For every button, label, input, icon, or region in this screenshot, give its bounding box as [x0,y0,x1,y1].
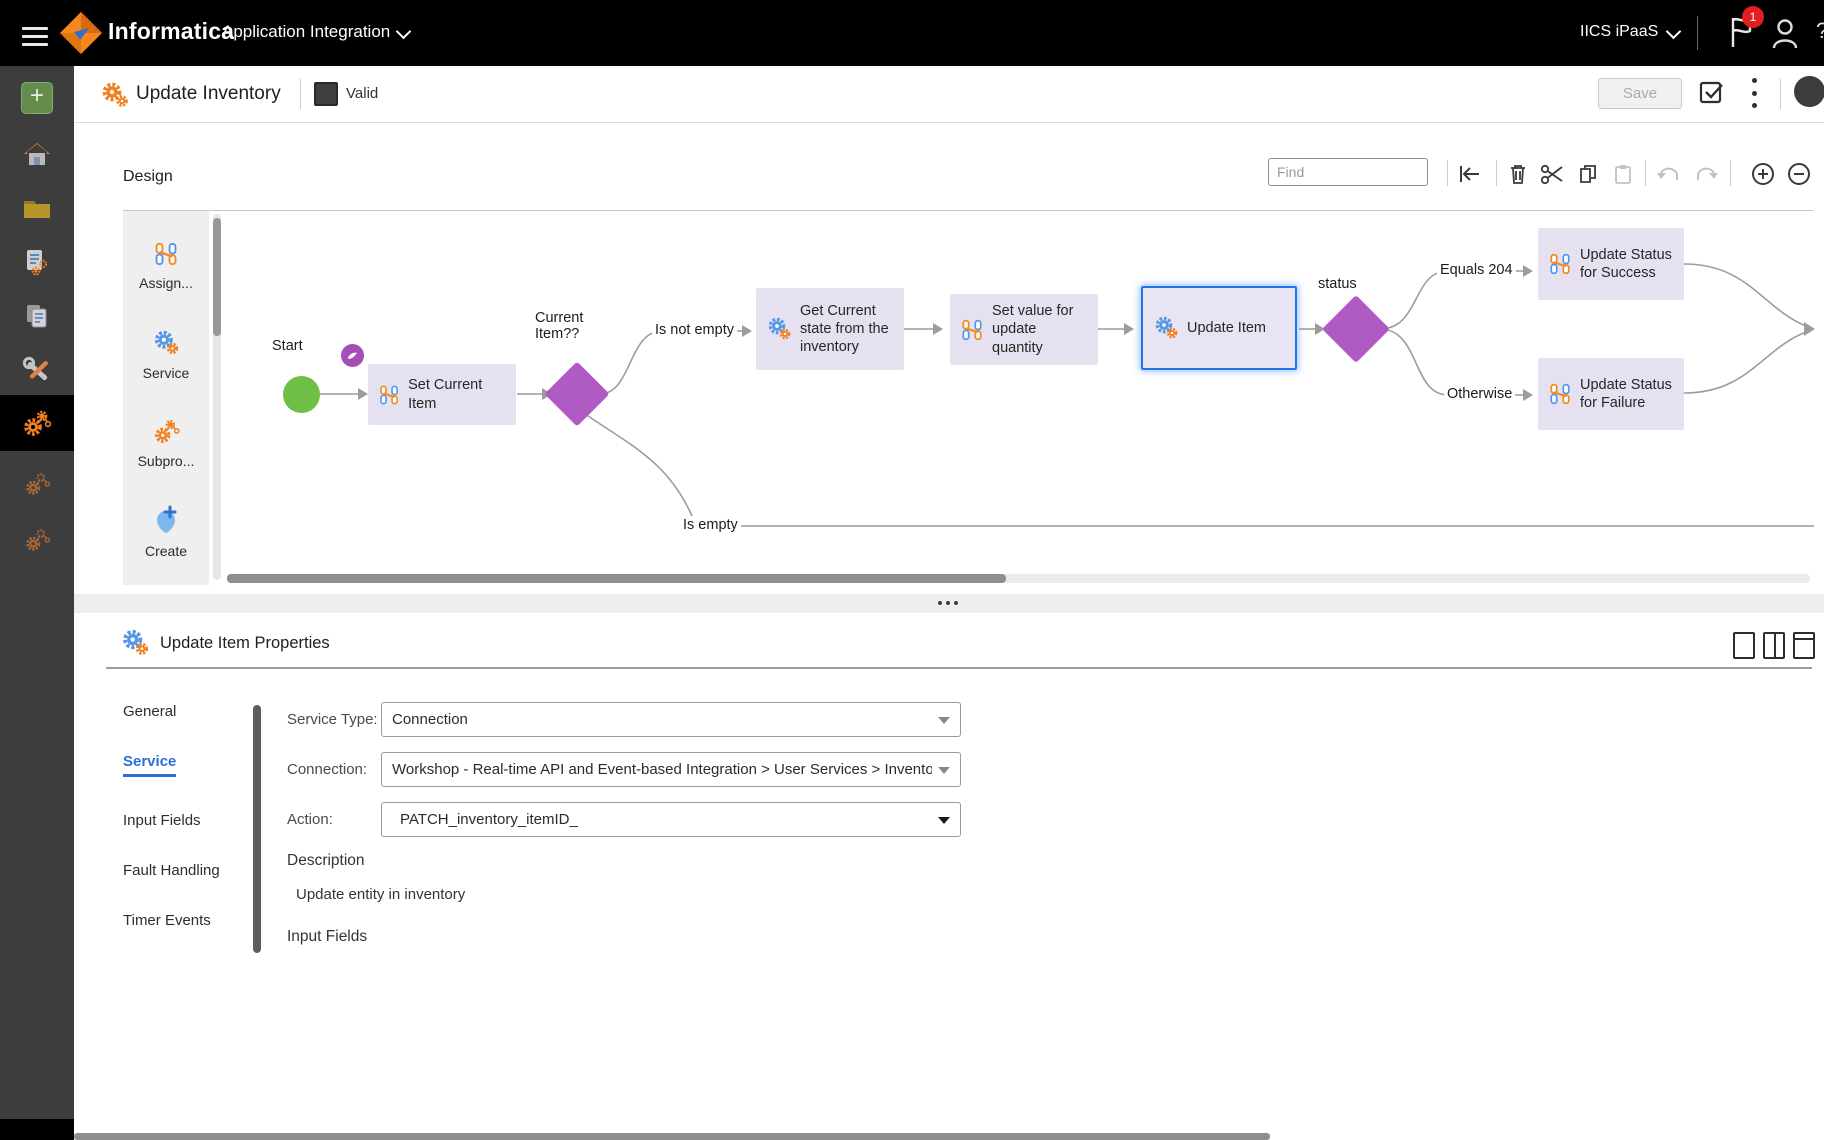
tabs-scrollbar[interactable] [253,705,261,953]
divider [106,667,1812,669]
node-update-item-selected[interactable]: Update Item [1141,286,1297,370]
service-icon [120,628,150,658]
branch-label-empty: Is empty [680,517,741,533]
node-set-current-item[interactable]: Set Current Item [368,364,516,425]
properties-panel-title: Update Item Properties [160,634,330,653]
gateway-status-label: status [1318,276,1357,292]
action-label: Action: [287,811,333,828]
service-icon [1153,315,1179,341]
assignment-icon [1548,252,1572,276]
splitter-handle-icon[interactable] [938,601,958,605]
branch-label-equals-204: Equals 204 [1437,262,1516,278]
service-type-label: Service Type: [287,711,378,728]
chevron-down-icon [938,817,950,824]
chevron-down-icon [938,767,950,774]
chevron-down-icon [938,717,950,724]
layout-dock-top-icon[interactable] [1793,632,1815,659]
assignment-icon [378,383,400,407]
node-update-status-failure[interactable]: Update Status for Failure [1538,358,1684,430]
layout-dock-left-icon[interactable] [1733,632,1755,659]
node-set-value[interactable]: Set value for update quantity [950,294,1098,365]
layout-split-icon[interactable] [1763,632,1785,659]
branch-label-otherwise: Otherwise [1444,386,1515,402]
application-window: Informatica Application Integration IICS… [0,0,1824,1140]
branch-label-not-empty: Is not empty [652,322,737,338]
start-node[interactable] [283,376,320,413]
canvas-horizontal-scrollbar[interactable] [227,574,1006,583]
tab-input-fields[interactable]: Input Fields [123,812,201,829]
flow-connectors [0,0,1824,1140]
gateway-current-item-label: Current Item?? [535,310,621,342]
tab-timer-events[interactable]: Timer Events [123,912,211,929]
service-icon [766,316,792,342]
node-update-status-success[interactable]: Update Status for Success [1538,228,1684,300]
description-value: Update entity in inventory [296,886,465,903]
connection-select[interactable]: Workshop - Real-time API and Event-based… [381,752,961,787]
input-fields-section-label: Input Fields [287,928,367,946]
event-badge-icon[interactable] [341,344,364,367]
start-label: Start [272,338,303,354]
description-label: Description [287,852,365,870]
connection-label: Connection: [287,761,367,778]
service-type-select[interactable]: Connection [381,702,961,737]
panel-layout-controls [1733,632,1815,659]
action-select[interactable]: PATCH_inventory_itemID_ [381,802,961,837]
tab-fault-handling[interactable]: Fault Handling [123,862,220,879]
assignment-icon [960,318,984,342]
node-get-current-state[interactable]: Get Current state from the inventory [756,288,904,370]
tab-service[interactable]: Service [123,753,176,777]
assignment-icon [1548,382,1572,406]
tab-general[interactable]: General [123,703,176,720]
